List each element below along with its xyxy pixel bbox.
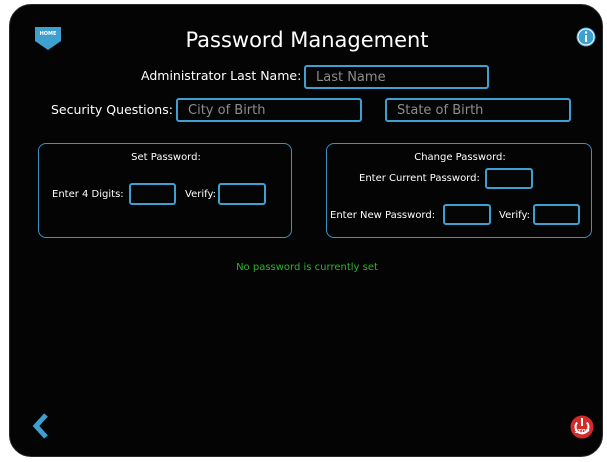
device-screen: HOME Password Management Administrator L… (9, 4, 603, 457)
stop-button[interactable]: STOP (570, 415, 594, 439)
password-status-message: No password is currently set (236, 262, 378, 273)
enter-digits-input[interactable] (129, 183, 176, 205)
set-verify-label: Verify: (185, 189, 217, 200)
state-of-birth-input[interactable] (385, 98, 571, 122)
set-verify-input[interactable] (218, 183, 266, 205)
stop-label: STOP (574, 429, 590, 435)
current-password-input[interactable] (485, 168, 533, 189)
set-password-title: Set Password: (131, 152, 201, 163)
city-of-birth-input[interactable] (176, 98, 362, 122)
back-button[interactable] (32, 413, 50, 439)
set-password-panel: Set Password: Enter 4 Digits: Verify: (38, 143, 292, 238)
new-password-label: Enter New Password: (330, 210, 436, 221)
new-password-input[interactable] (443, 204, 491, 225)
current-password-label: Enter Current Password: (359, 173, 480, 184)
chevron-left-icon (32, 413, 48, 439)
power-stop-icon (570, 415, 594, 439)
admin-last-name-input[interactable] (304, 65, 489, 89)
change-password-title: Change Password: (414, 152, 506, 163)
change-password-panel: Change Password: Enter Current Password:… (326, 143, 592, 238)
change-verify-input[interactable] (533, 204, 580, 225)
page-title: Password Management (185, 28, 429, 52)
info-icon[interactable] (576, 27, 596, 47)
enter-digits-label: Enter 4 Digits: (52, 189, 124, 200)
admin-last-name-label: Administrator Last Name: (141, 68, 302, 83)
security-questions-label: Security Questions: (51, 102, 173, 117)
change-verify-label: Verify: (499, 210, 531, 221)
